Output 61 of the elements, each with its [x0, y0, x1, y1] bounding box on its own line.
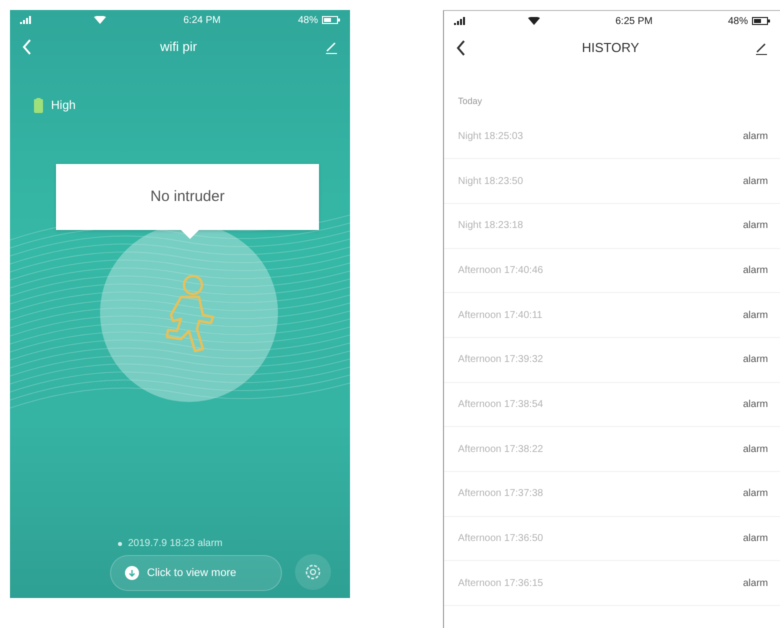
event-type: alarm — [742, 353, 768, 368]
arrow-circle-icon — [125, 566, 139, 580]
screen-title: HISTORY — [582, 39, 640, 58]
event-time: Afternoon 17:36:50 — [458, 532, 544, 546]
wifi-icon — [94, 16, 106, 24]
event-time: Night 18:23:50 — [458, 174, 524, 189]
history-row[interactable]: Night 18:23:50 alarm — [444, 159, 780, 204]
edit-icon — [754, 42, 768, 54]
history-row[interactable]: Afternoon 17:36:15 alarm — [444, 561, 780, 606]
battery-icon — [752, 17, 770, 25]
history-row[interactable]: Night 18:23:18 alarm — [444, 204, 780, 249]
event-time: Afternoon 17:37:38 — [458, 487, 544, 502]
back-icon — [22, 39, 32, 55]
event-time: Afternoon 17:40:46 — [458, 264, 544, 278]
event-type: alarm — [742, 576, 768, 591]
settings-button[interactable] — [295, 554, 331, 590]
event-type: alarm — [742, 442, 768, 457]
back-icon — [456, 40, 466, 56]
history-row[interactable]: Afternoon 17:36:50 alarm — [444, 516, 780, 562]
settings-icon — [304, 563, 322, 581]
event-time: Afternoon 17:38:22 — [458, 442, 544, 457]
screen-title: wifi pir — [160, 38, 197, 56]
event-type: alarm — [742, 487, 768, 502]
event-time: Night 18:25:03 — [458, 130, 524, 144]
battery-icon — [34, 98, 43, 112]
status-time: 6:24 PM — [183, 14, 221, 28]
section-header: Today — [457, 95, 484, 108]
event-type: alarm — [742, 219, 768, 234]
status-time: 6:25 PM — [615, 14, 653, 28]
history-row[interactable]: Afternoon 17:39:32 alarm — [444, 338, 780, 383]
battery-percent: 48% — [298, 14, 318, 28]
bubble-pointer — [180, 229, 200, 239]
bullet-dot — [118, 542, 122, 546]
signal-icon — [20, 16, 34, 24]
battery-icon — [322, 16, 340, 24]
edit-icon — [325, 40, 338, 54]
history-row[interactable]: Afternoon 17:37:38 alarm — [444, 472, 780, 517]
history-row[interactable]: Night 18:25:03 alarm — [444, 114, 780, 160]
battery-level: High — [51, 97, 76, 114]
event-type: alarm — [742, 398, 768, 412]
event-time: Afternoon 17:40:11 — [458, 308, 542, 323]
back-button[interactable] — [456, 40, 466, 56]
event-type: alarm — [742, 174, 768, 189]
wifi-icon — [528, 17, 540, 25]
event-type: alarm — [742, 130, 768, 144]
edit-button[interactable] — [754, 42, 768, 54]
status-message: No intruder — [56, 164, 319, 230]
last-event-text: 2019.7.9 18:23 alarm — [128, 537, 223, 551]
event-time: Night 18:23:18 — [458, 219, 524, 234]
event-time: Afternoon 17:38:54 — [458, 398, 544, 412]
event-time: Afternoon 17:39:32 — [458, 353, 544, 368]
event-time: Afternoon 17:36:15 — [458, 576, 544, 591]
event-type: alarm — [742, 308, 768, 323]
signal-icon — [454, 17, 468, 25]
history-row[interactable]: Afternoon 17:40:46 alarm — [444, 248, 780, 294]
event-type: alarm — [742, 532, 768, 546]
event-type: alarm — [742, 264, 768, 278]
battery-percent: 48% — [728, 14, 748, 28]
history-row[interactable]: Afternoon 17:40:11 alarm — [444, 293, 780, 338]
history-row[interactable]: Afternoon 17:38:54 alarm — [444, 382, 780, 428]
history-row[interactable]: Afternoon 17:38:22 alarm — [444, 427, 780, 472]
